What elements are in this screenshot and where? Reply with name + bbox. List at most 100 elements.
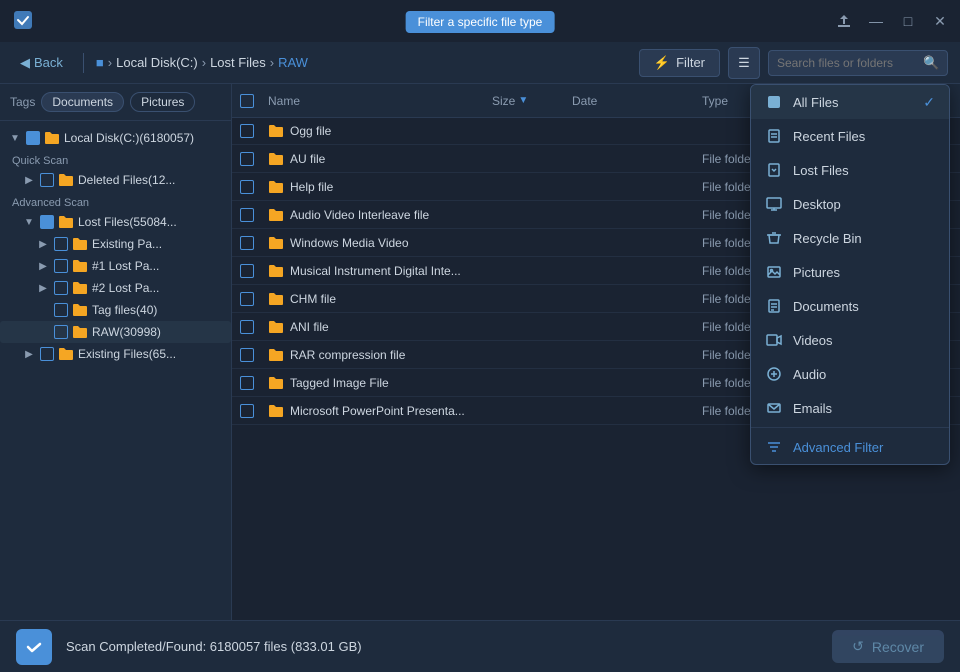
row-checkbox[interactable] bbox=[240, 376, 254, 390]
checkbox-existing-pa[interactable] bbox=[54, 237, 68, 251]
filter-button[interactable]: ⚡ Filter bbox=[639, 49, 720, 77]
breadcrumb-drive-icon: ■ bbox=[96, 55, 104, 70]
menu-button[interactable]: ☰ bbox=[728, 47, 760, 79]
tags-label: Tags bbox=[10, 95, 35, 109]
filter-tooltip: Filter a specific file type bbox=[406, 11, 555, 33]
titlebar: Filter a specific file type — □ ✕ bbox=[0, 0, 960, 42]
checkbox-lost-files[interactable] bbox=[40, 215, 54, 229]
folder-icon bbox=[268, 404, 284, 418]
sidebar-item-raw[interactable]: RAW(30998) bbox=[0, 321, 231, 343]
folder-icon bbox=[268, 376, 284, 390]
sort-icon-size[interactable]: ▼ bbox=[518, 95, 528, 106]
status-text: Scan Completed/Found: 6180057 files (833… bbox=[66, 639, 818, 654]
folder-icon bbox=[268, 124, 284, 138]
recent-files-icon bbox=[765, 127, 783, 145]
close-button[interactable]: ✕ bbox=[932, 13, 948, 29]
sidebar-tree: ▼ Local Disk(C:)(6180057) Quick Scan ▶ D… bbox=[0, 121, 231, 620]
minimize-button[interactable]: — bbox=[868, 13, 884, 29]
search-icon[interactable]: 🔍 bbox=[923, 55, 939, 71]
dropdown-label-emails: Emails bbox=[793, 401, 832, 416]
quick-scan-label: Quick Scan bbox=[0, 149, 231, 169]
breadcrumb-raw: RAW bbox=[278, 55, 308, 70]
row-checkbox[interactable] bbox=[240, 208, 254, 222]
dropdown-item-desktop[interactable]: Desktop bbox=[751, 187, 949, 221]
row-checkbox[interactable] bbox=[240, 152, 254, 166]
sidebar-item-existing-files[interactable]: ▶ Existing Files(65... bbox=[0, 343, 231, 365]
existing-pa-label: Existing Pa... bbox=[92, 237, 223, 251]
sidebar-item-local-disk[interactable]: ▼ Local Disk(C:)(6180057) bbox=[0, 127, 231, 149]
navbar: ◀ Back ■ › Local Disk(C:) › Lost Files ›… bbox=[0, 42, 960, 84]
folder-icon-existing bbox=[58, 347, 74, 361]
sidebar-item-tag-files[interactable]: Tag files(40) bbox=[0, 299, 231, 321]
dropdown-item-audio[interactable]: Audio bbox=[751, 357, 949, 391]
titlebar-left bbox=[12, 9, 34, 34]
row-checkbox[interactable] bbox=[240, 124, 254, 138]
dropdown-item-recycle-bin[interactable]: Recycle Bin bbox=[751, 221, 949, 255]
checkbox-local-disk[interactable] bbox=[26, 131, 40, 145]
maximize-button[interactable]: □ bbox=[900, 13, 916, 29]
sidebar-item-lost-pa2[interactable]: ▶ #2 Lost Pa... bbox=[0, 277, 231, 299]
row-checkbox[interactable] bbox=[240, 236, 254, 250]
dropdown-label-desktop: Desktop bbox=[793, 197, 841, 212]
dropdown-item-advanced-filter[interactable]: Advanced Filter bbox=[751, 430, 949, 464]
back-button[interactable]: ◀ Back bbox=[12, 51, 71, 75]
breadcrumb-local-disk[interactable]: Local Disk(C:) bbox=[116, 55, 198, 70]
expand-icon-lost: ▼ bbox=[22, 215, 36, 229]
checkbox-deleted[interactable] bbox=[40, 173, 54, 187]
filter-dropdown: All Files ✓ Recent Files Lost Files bbox=[750, 84, 950, 465]
search-input[interactable] bbox=[777, 56, 917, 70]
dropdown-item-recent-files[interactable]: Recent Files bbox=[751, 119, 949, 153]
sidebar-item-existing-pa[interactable]: ▶ Existing Pa... bbox=[0, 233, 231, 255]
upload-button[interactable] bbox=[836, 13, 852, 29]
tag-pictures-button[interactable]: Pictures bbox=[130, 92, 195, 112]
tag-files-label: Tag files(40) bbox=[92, 303, 223, 317]
lost-pa2-label: #2 Lost Pa... bbox=[92, 281, 223, 295]
checkbox-raw[interactable] bbox=[54, 325, 68, 339]
sidebar-item-lost-pa1[interactable]: ▶ #1 Lost Pa... bbox=[0, 255, 231, 277]
dropdown-item-documents[interactable]: Documents bbox=[751, 289, 949, 323]
file-name: AU file bbox=[290, 152, 325, 166]
dropdown-item-emails[interactable]: Emails bbox=[751, 391, 949, 425]
lost-pa1-label: #1 Lost Pa... bbox=[92, 259, 223, 273]
select-all-checkbox[interactable] bbox=[240, 94, 254, 108]
search-box[interactable]: 🔍 bbox=[768, 50, 948, 76]
col-header-date[interactable]: Date bbox=[572, 94, 597, 108]
raw-label: RAW(30998) bbox=[92, 325, 223, 339]
pictures-icon bbox=[765, 263, 783, 281]
col-header-size[interactable]: Size bbox=[492, 94, 515, 108]
file-name: Help file bbox=[290, 180, 333, 194]
dropdown-item-lost-files[interactable]: Lost Files bbox=[751, 153, 949, 187]
dropdown-item-videos[interactable]: Videos bbox=[751, 323, 949, 357]
checkbox-existing-files[interactable] bbox=[40, 347, 54, 361]
recover-button[interactable]: ↺ Recover bbox=[832, 630, 944, 663]
check-icon: ✓ bbox=[923, 94, 935, 111]
row-checkbox[interactable] bbox=[240, 404, 254, 418]
dropdown-item-all-files[interactable]: All Files ✓ bbox=[751, 85, 949, 119]
row-checkbox[interactable] bbox=[240, 264, 254, 278]
sidebar-item-deleted-files[interactable]: ▶ Deleted Files(12... bbox=[0, 169, 231, 191]
row-checkbox[interactable] bbox=[240, 348, 254, 362]
breadcrumb-lost-files[interactable]: Lost Files bbox=[210, 55, 266, 70]
sidebar-item-lost-files[interactable]: ▼ Lost Files(55084... bbox=[0, 211, 231, 233]
back-icon: ◀ bbox=[20, 55, 30, 71]
checkbox-tag-files[interactable] bbox=[54, 303, 68, 317]
folder-icon bbox=[268, 152, 284, 166]
row-checkbox[interactable] bbox=[240, 320, 254, 334]
col-header-name: Name bbox=[268, 94, 300, 108]
expand-icon-raw bbox=[36, 325, 50, 339]
folder-icon-existing-pa bbox=[72, 237, 88, 251]
dropdown-label-lost-files: Lost Files bbox=[793, 163, 849, 178]
lost-files-label: Lost Files(55084... bbox=[78, 215, 223, 229]
row-checkbox[interactable] bbox=[240, 180, 254, 194]
expand-icon-lost-pa1: ▶ bbox=[36, 259, 50, 273]
folder-icon bbox=[268, 320, 284, 334]
folder-icon bbox=[268, 348, 284, 362]
checkbox-lost-pa1[interactable] bbox=[54, 259, 68, 273]
audio-icon bbox=[765, 365, 783, 383]
app-icon bbox=[12, 9, 34, 34]
col-header-type: Type bbox=[702, 94, 728, 108]
tag-documents-button[interactable]: Documents bbox=[41, 92, 124, 112]
checkbox-lost-pa2[interactable] bbox=[54, 281, 68, 295]
row-checkbox[interactable] bbox=[240, 292, 254, 306]
dropdown-item-pictures[interactable]: Pictures bbox=[751, 255, 949, 289]
